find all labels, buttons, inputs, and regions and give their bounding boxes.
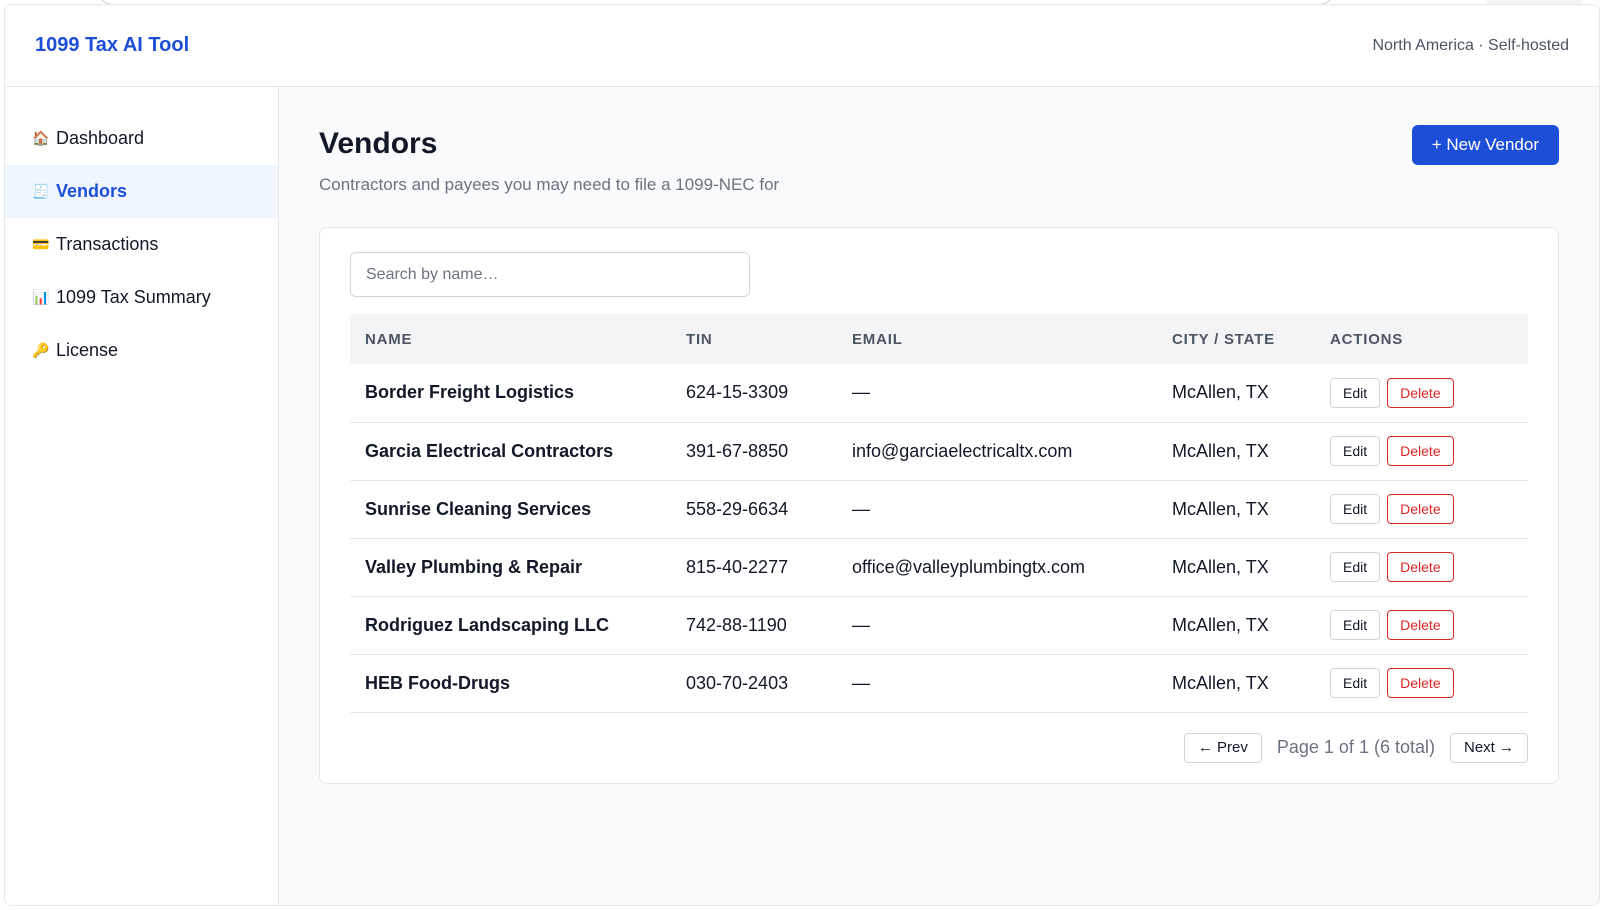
new-vendor-button[interactable]: + New Vendor <box>1411 125 1559 165</box>
row-actions: Edit Delete <box>1315 480 1528 539</box>
edit-button[interactable]: Edit <box>1330 377 1381 408</box>
sidebar-item-tax-summary[interactable]: 📊 1099 Tax Summary <box>5 271 278 324</box>
table-row: HEB Food-Drugs 030-70-2403 — McAllen, TX… <box>350 654 1528 713</box>
page-title: Vendors <box>319 127 438 160</box>
edit-button[interactable]: Edit <box>1330 610 1381 640</box>
sidebar-item-label: Dashboard <box>56 128 145 148</box>
brand-title[interactable]: 1099 Tax AI Tool <box>35 34 189 57</box>
vendor-tin: 030-70-2403 <box>671 654 837 713</box>
row-actions: Edit Delete <box>1315 596 1528 655</box>
delete-button[interactable]: Delete <box>1387 668 1454 698</box>
vendor-tin: 815-40-2277 <box>671 538 837 597</box>
vendor-city-state: McAllen, TX <box>1157 364 1315 423</box>
vendor-email: — <box>837 480 1157 539</box>
column-header-city-state[interactable]: CITY / STATE <box>1157 314 1315 364</box>
vendor-tin: 624-15-3309 <box>671 364 837 423</box>
vendor-email: — <box>837 596 1157 655</box>
pagination: ← Prev Page 1 of 1 (6 total) Next → <box>350 732 1528 763</box>
sidebar: 🏠 Dashboard 🧾 Vendors 💳 Transactions 📊 1… <box>5 87 279 905</box>
vendor-name: Border Freight Logistics <box>350 364 671 423</box>
sidebar-item-label: License <box>56 340 119 360</box>
sidebar-item-label: Vendors <box>56 181 128 201</box>
vendor-tin: 742-88-1190 <box>671 596 837 655</box>
sidebar-item-label: 1099 Tax Summary <box>56 287 211 307</box>
table-row: Garcia Electrical Contractors 391-67-885… <box>350 422 1528 481</box>
page-header: Vendors Contractors and payees you may n… <box>319 125 1559 195</box>
sidebar-item-vendors[interactable]: 🧾 Vendors <box>5 165 278 218</box>
sidebar-item-transactions[interactable]: 💳 Transactions <box>5 218 278 271</box>
region-label: North America · Self-hosted <box>1372 36 1569 54</box>
page-subtitle: Contractors and payees you may need to f… <box>319 175 780 194</box>
vendor-city-state: McAllen, TX <box>1157 654 1315 713</box>
table-row: Valley Plumbing & Repair 815-40-2277 off… <box>350 538 1528 597</box>
delete-button[interactable]: Delete <box>1387 436 1454 466</box>
table-row: Border Freight Logistics 624-15-3309 — M… <box>350 364 1528 423</box>
vendor-tin: 391-67-8850 <box>671 422 837 481</box>
edit-button[interactable]: Edit <box>1330 494 1381 524</box>
column-header-actions: ACTIONS <box>1315 314 1528 364</box>
delete-button[interactable]: Delete <box>1387 494 1454 524</box>
app-body: 🏠 Dashboard 🧾 Vendors 💳 Transactions 📊 1… <box>5 87 1599 905</box>
vendor-name: Garcia Electrical Contractors <box>350 422 671 481</box>
edit-button[interactable]: Edit <box>1330 668 1381 698</box>
sidebar-item-dashboard[interactable]: 🏠 Dashboard <box>5 112 278 165</box>
row-actions: Edit Delete <box>1315 422 1528 481</box>
vendor-name: HEB Food-Drugs <box>350 654 671 713</box>
page-info: Page 1 of 1 (6 total) <box>1276 737 1435 757</box>
vendor-city-state: McAllen, TX <box>1157 538 1315 597</box>
vendor-city-state: McAllen, TX <box>1157 480 1315 539</box>
column-header-name[interactable]: NAME <box>350 314 671 364</box>
vendor-email: info@garciaelectricaltx.com <box>837 422 1157 481</box>
column-header-tin[interactable]: TIN <box>671 314 837 364</box>
key-icon: 🔑 <box>32 342 50 358</box>
vendor-email: office@valleyplumbingtx.com <box>837 538 1157 597</box>
vendor-email: — <box>837 654 1157 713</box>
vendors-table: NAME TIN EMAIL CITY / STATE ACTIONS Bord… <box>350 314 1528 713</box>
table-row: Sunrise Cleaning Services 558-29-6634 — … <box>350 480 1528 539</box>
receipt-icon: 🧾 <box>32 183 50 199</box>
house-icon: 🏠 <box>32 130 50 146</box>
bar-chart-icon: 📊 <box>32 289 50 305</box>
search-input[interactable] <box>350 252 750 297</box>
vendor-name: Valley Plumbing & Repair <box>350 538 671 597</box>
credit-card-icon: 💳 <box>32 236 50 252</box>
vendors-card: NAME TIN EMAIL CITY / STATE ACTIONS Bord… <box>319 227 1559 784</box>
row-actions: Edit Delete <box>1315 364 1528 423</box>
top-bar: 1099 Tax AI Tool North America · Self-ho… <box>5 5 1599 87</box>
page-heading-group: Vendors Contractors and payees you may n… <box>319 125 779 195</box>
edit-button[interactable]: Edit <box>1330 552 1381 582</box>
vendor-name: Rodriguez Landscaping LLC <box>350 596 671 655</box>
edit-button[interactable]: Edit <box>1330 436 1381 466</box>
column-header-email[interactable]: EMAIL <box>837 314 1157 364</box>
app-window: 1099 Tax AI Tool North America · Self-ho… <box>4 4 1600 906</box>
table-row: Rodriguez Landscaping LLC 742-88-1190 — … <box>350 596 1528 655</box>
sidebar-item-label: Transactions <box>56 234 159 254</box>
main-content: Vendors Contractors and payees you may n… <box>279 87 1599 905</box>
prev-page-button[interactable]: ← Prev <box>1183 732 1262 763</box>
delete-button[interactable]: Delete <box>1387 552 1454 582</box>
vendor-city-state: McAllen, TX <box>1157 422 1315 481</box>
sidebar-item-license[interactable]: 🔑 License <box>5 324 278 377</box>
row-actions: Edit Delete <box>1315 538 1528 597</box>
vendor-tin: 558-29-6634 <box>671 480 837 539</box>
next-page-button[interactable]: Next → <box>1449 732 1528 763</box>
vendor-name: Sunrise Cleaning Services <box>350 480 671 539</box>
row-actions: Edit Delete <box>1315 654 1528 713</box>
delete-button[interactable]: Delete <box>1387 377 1454 408</box>
table-header-row: NAME TIN EMAIL CITY / STATE ACTIONS <box>350 314 1528 364</box>
vendor-city-state: McAllen, TX <box>1157 596 1315 655</box>
vendor-email: — <box>837 364 1157 423</box>
delete-button[interactable]: Delete <box>1387 610 1454 640</box>
